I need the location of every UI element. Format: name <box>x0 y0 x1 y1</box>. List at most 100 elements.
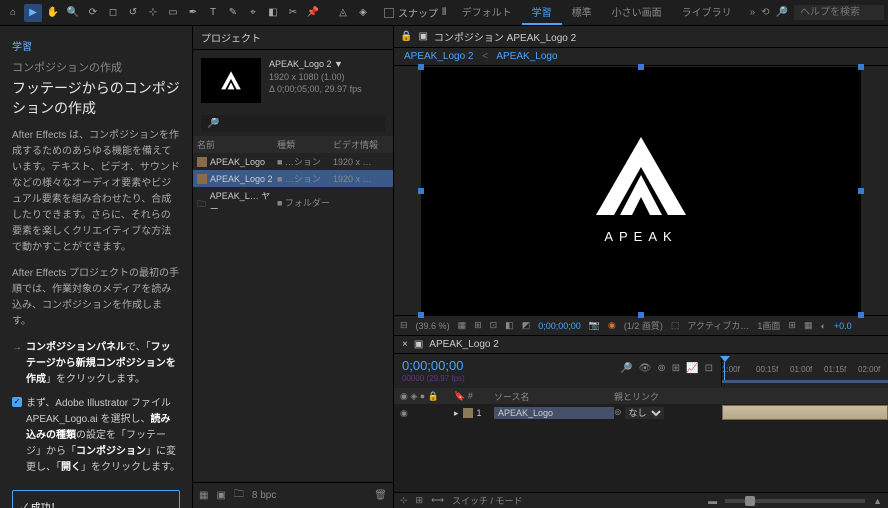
ch-icon[interactable]: ◩ <box>522 320 531 331</box>
ws-tab-default[interactable]: デフォルト <box>452 0 522 25</box>
new-folder-icon[interactable]: 🗀 <box>234 487 244 504</box>
orbit-tool-icon[interactable]: ⟳ <box>84 4 102 22</box>
timecode[interactable]: 0;00;00;00 <box>402 358 463 373</box>
crumb-2[interactable]: APEAK_Logo <box>496 51 557 62</box>
project-search-input[interactable] <box>201 115 385 132</box>
3d-icon[interactable]: ⬚ <box>671 320 680 331</box>
twirl-icon[interactable]: ▸ <box>454 408 459 419</box>
tl-search-icon[interactable]: 🔎 <box>620 363 632 374</box>
zoom-slider[interactable] <box>725 499 865 503</box>
handle-bm[interactable] <box>638 312 644 318</box>
lock-icon[interactable]: 🔒 <box>400 31 412 42</box>
handle-tl[interactable] <box>418 64 424 70</box>
layer-row[interactable]: ◉ ▸ 1 APEAK_Logo ⊚ なし <box>394 404 888 422</box>
tl-close-icon[interactable]: × <box>402 339 408 350</box>
trash-icon[interactable]: 🗑 <box>374 490 387 501</box>
tl-shy-icon[interactable]: 👁 <box>639 363 652 374</box>
selection-tool-icon[interactable]: ▶ <box>24 4 42 22</box>
help-search-input[interactable] <box>794 5 884 20</box>
col-info[interactable]: ビデオ情報 <box>333 138 389 151</box>
tl-blur-icon[interactable]: ⊚ <box>657 363 665 374</box>
zoom-out-tl-icon[interactable]: ▬ <box>708 496 717 506</box>
tl-frame-icon[interactable]: ⊞ <box>672 363 680 374</box>
snap-toggle[interactable]: スナップ ⫴ <box>384 5 446 20</box>
res-icon[interactable]: ▦ <box>458 320 467 331</box>
layer-track[interactable] <box>722 404 888 422</box>
new-comp-icon[interactable]: ▣ <box>216 490 225 501</box>
tl-ft-icon1[interactable]: ⊹ <box>400 495 408 506</box>
project-item-name[interactable]: APEAK_Logo 2 ▼ <box>269 58 362 71</box>
zoom-out-icon[interactable]: ⊟ <box>400 320 408 331</box>
tl-ft-icon3[interactable]: ⟷ <box>431 495 444 506</box>
ws-tab-library[interactable]: ライブラリ <box>672 0 742 25</box>
project-row[interactable]: 🗀APEAK_L… ヤー■ フォルダー <box>193 187 393 217</box>
pickwhip-icon[interactable]: ⊚ <box>614 407 622 419</box>
snap-checkbox-icon[interactable] <box>384 8 394 18</box>
view-count[interactable]: 1画面 <box>757 319 780 332</box>
handle-mr[interactable] <box>858 188 864 194</box>
parent-dropdown[interactable]: なし <box>625 407 664 419</box>
tl-dope-icon[interactable]: ⊡ <box>705 363 713 374</box>
layer-color-icon[interactable] <box>463 408 473 418</box>
clone-tool-icon[interactable]: ⌖ <box>244 4 262 22</box>
sync-icon[interactable]: ⟲ <box>761 7 769 18</box>
project-row[interactable]: APEAK_Logo 2■ …ション1920 x … <box>193 170 393 187</box>
eye-icon[interactable]: ◉ <box>400 408 408 419</box>
col-parent[interactable]: 親とリンク <box>614 390 722 403</box>
timeline-tab[interactable]: APEAK_Logo 2 <box>429 339 499 350</box>
playhead[interactable] <box>724 362 725 380</box>
brush-tool-icon[interactable]: ✎ <box>224 4 242 22</box>
zoom-tool-icon[interactable]: 🔍 <box>64 4 82 22</box>
color-icon[interactable]: ◉ <box>608 320 616 331</box>
project-tab[interactable]: プロジェクト <box>193 26 393 50</box>
quality-dropdown[interactable]: (1/2 画質) <box>624 319 663 332</box>
interpret-icon[interactable]: ▦ <box>199 490 208 501</box>
layer-name[interactable]: APEAK_Logo <box>494 407 614 419</box>
hand-tool-icon[interactable]: ✋ <box>44 4 62 22</box>
type-tool-icon[interactable]: T <box>204 4 222 22</box>
layer-parent[interactable]: ⊚ なし <box>614 407 722 419</box>
zoom-knob[interactable] <box>745 496 755 506</box>
snap-magnet-icon[interactable]: ⫴ <box>442 7 446 18</box>
time-ruler[interactable]: 1:00f00:15f01:00f01:15f02:00f02:15f03:00… <box>722 362 888 380</box>
timeline-ruler-area[interactable]: 1:00f00:15f01:00f01:15f02:00f02:15f03:00… <box>722 362 888 380</box>
ws-tab-small[interactable]: 小さい画面 <box>602 0 672 25</box>
shape-tool-icon[interactable]: ▭ <box>164 4 182 22</box>
comp-canvas[interactable]: APEAK <box>421 67 861 315</box>
mask-icon[interactable]: ◧ <box>505 320 514 331</box>
project-row[interactable]: APEAK_Logo■ …ション1920 x … <box>193 153 393 170</box>
ws-more-icon[interactable]: » <box>750 7 756 18</box>
anchor-tool-icon[interactable]: ⊹ <box>144 4 162 22</box>
guide-icon[interactable]: ⊡ <box>490 320 498 331</box>
switch-mode-toggle[interactable]: スイッチ / モード <box>452 494 523 507</box>
ws-tab-standard[interactable]: 標準 <box>562 0 602 25</box>
col-name[interactable]: 名前 <box>197 138 277 151</box>
ws-tab-learn[interactable]: 学習 <box>522 0 562 25</box>
extra-tool-1-icon[interactable]: ◬ <box>334 4 352 22</box>
home-icon[interactable]: ⌂ <box>4 4 22 22</box>
handle-tm[interactable] <box>638 64 644 70</box>
pen-tool-icon[interactable]: ✒ <box>184 4 202 22</box>
comp-header[interactable]: コンポジション APEAK_Logo 2 <box>434 29 576 44</box>
roto-tool-icon[interactable]: ✂ <box>284 4 302 22</box>
exposure[interactable]: +0.0 <box>834 321 852 331</box>
tl-graph-icon[interactable]: 📈 <box>686 363 698 374</box>
comp-viewer[interactable]: APEAK <box>394 66 888 315</box>
handle-bl[interactable] <box>418 312 424 318</box>
extra-tool-2-icon[interactable]: ◈ <box>354 4 372 22</box>
handle-ml[interactable] <box>418 188 424 194</box>
handle-br[interactable] <box>858 312 864 318</box>
layer-bar[interactable] <box>722 405 888 420</box>
puppet-tool-icon[interactable]: 📌 <box>304 4 322 22</box>
eraser-tool-icon[interactable]: ◧ <box>264 4 282 22</box>
snapshot-icon[interactable]: 📷 <box>589 320 600 331</box>
layer-av-toggles[interactable]: ◉ <box>394 408 454 419</box>
vf-icon3[interactable]: ◐ <box>820 321 825 331</box>
zoom-level[interactable]: (39.6 %) <box>416 321 450 331</box>
rect-tool-icon[interactable]: ◻ <box>104 4 122 22</box>
learn-tab[interactable]: 学習 <box>12 38 180 53</box>
handle-tr[interactable] <box>858 64 864 70</box>
crumb-1[interactable]: APEAK_Logo 2 <box>404 51 474 62</box>
col-source[interactable]: ソース名 <box>494 390 614 403</box>
tl-ft-icon2[interactable]: ⊞ <box>416 495 424 506</box>
